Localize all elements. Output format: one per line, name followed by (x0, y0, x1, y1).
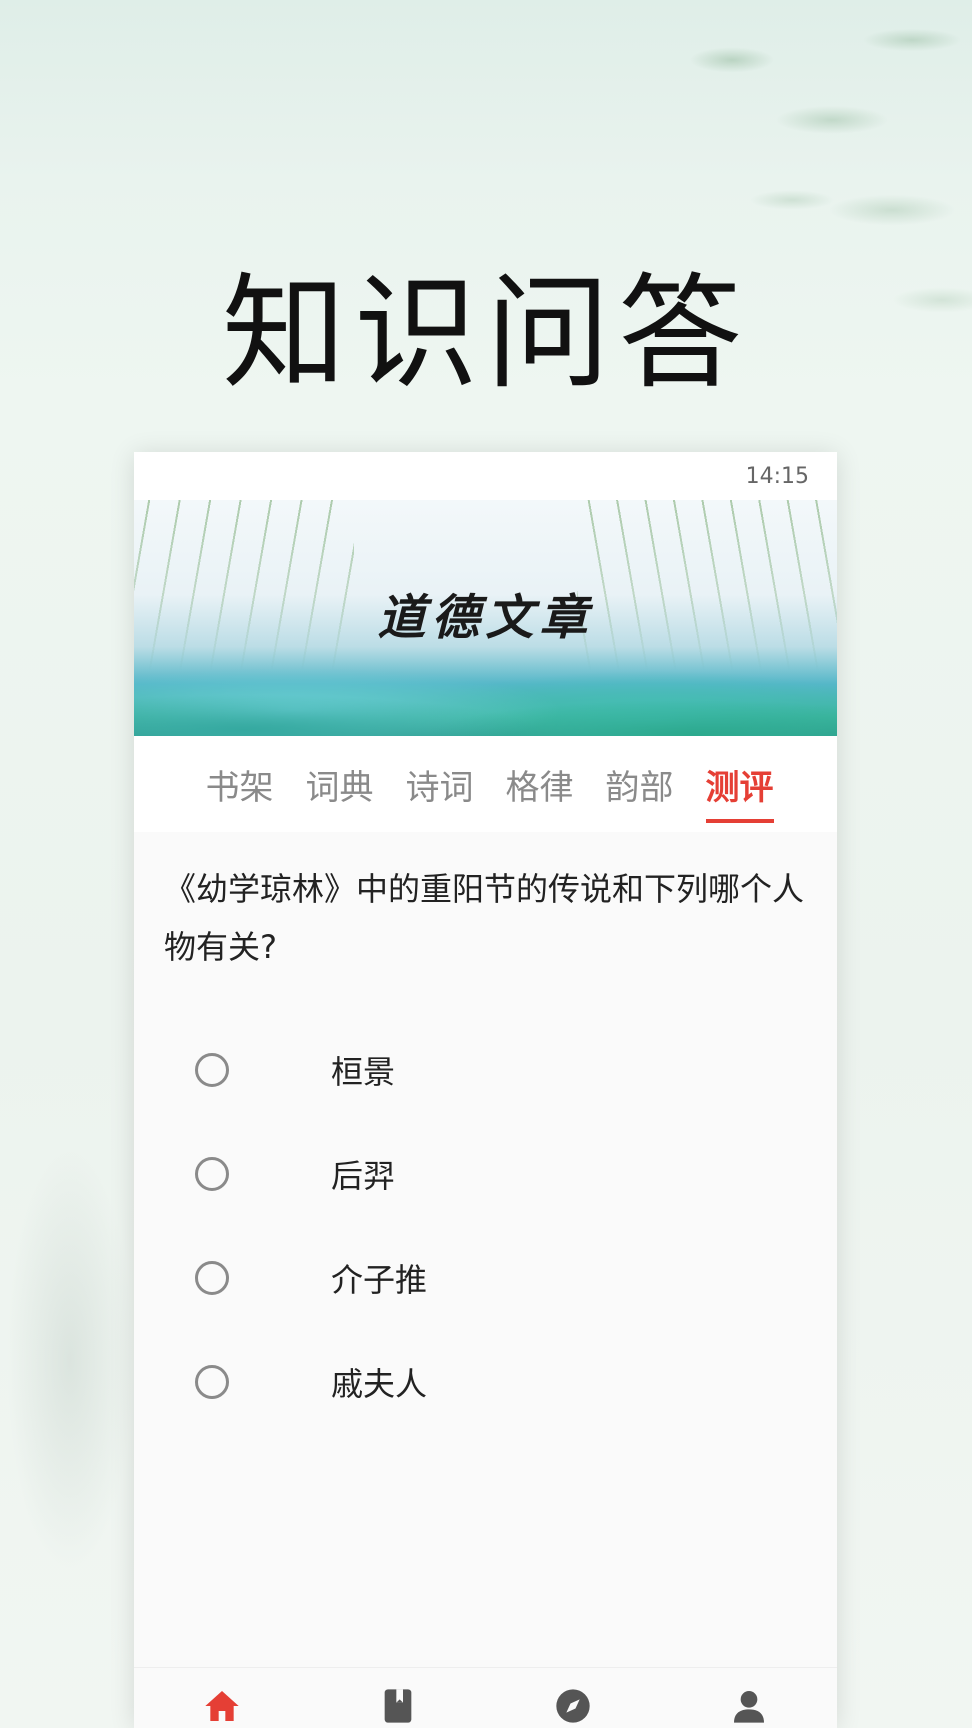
bottom-nav (134, 1667, 837, 1728)
option-label: 戚夫人 (331, 1365, 428, 1403)
radio-button[interactable] (195, 1053, 229, 1087)
tab-quiz[interactable]: 测评 (705, 752, 774, 823)
tab-rhymes[interactable]: 韵部 (606, 752, 674, 817)
page-title: 知识问答 (221, 262, 750, 406)
banner-title: 道德文章 (377, 590, 594, 646)
option-item[interactable]: 戚夫人 (134, 1330, 837, 1434)
status-bar: 14:15 (134, 452, 837, 500)
status-time: 14:15 (745, 464, 809, 489)
compass-icon (556, 1689, 591, 1723)
radio-button[interactable] (195, 1261, 229, 1295)
home-icon (205, 1691, 239, 1721)
option-item[interactable]: 后羿 (134, 1122, 837, 1226)
figure-decoration (0, 1040, 150, 1680)
tab-poetry[interactable]: 诗词 (406, 752, 474, 817)
option-label: 桓景 (331, 1053, 396, 1091)
book-icon (384, 1689, 411, 1723)
option-item[interactable]: 介子推 (134, 1226, 837, 1330)
nav-home[interactable] (134, 1668, 309, 1728)
nav-discover[interactable] (486, 1668, 661, 1728)
nav-profile[interactable] (662, 1668, 837, 1728)
option-item[interactable]: 桓景 (134, 1018, 837, 1122)
tab-bar: 书架 词典 诗词 格律 韵部 测评 (134, 736, 837, 832)
tab-dictionary[interactable]: 词典 (306, 752, 374, 817)
radio-button[interactable] (195, 1365, 229, 1399)
tab-metrics[interactable]: 格律 (506, 752, 574, 817)
option-label: 介子推 (331, 1261, 428, 1299)
nav-library[interactable] (310, 1668, 485, 1728)
phone-screen: 14:15 道德文章 书架 词典 诗词 格律 韵部 测评 《幼学琼林》中的重阳节… (134, 452, 837, 1728)
question-text: 《幼学琼林》中的重阳节的传说和下列哪个人物有关? (164, 870, 805, 966)
option-label: 后羿 (331, 1157, 396, 1195)
user-icon (734, 1691, 765, 1723)
mountain-layer (134, 690, 837, 736)
radio-button[interactable] (195, 1157, 229, 1191)
options-list: 桓景 后羿 介子推 戚夫人 (134, 1018, 837, 1434)
banner-image: 道德文章 (134, 500, 837, 736)
tab-bookshelf[interactable]: 书架 (206, 752, 274, 817)
